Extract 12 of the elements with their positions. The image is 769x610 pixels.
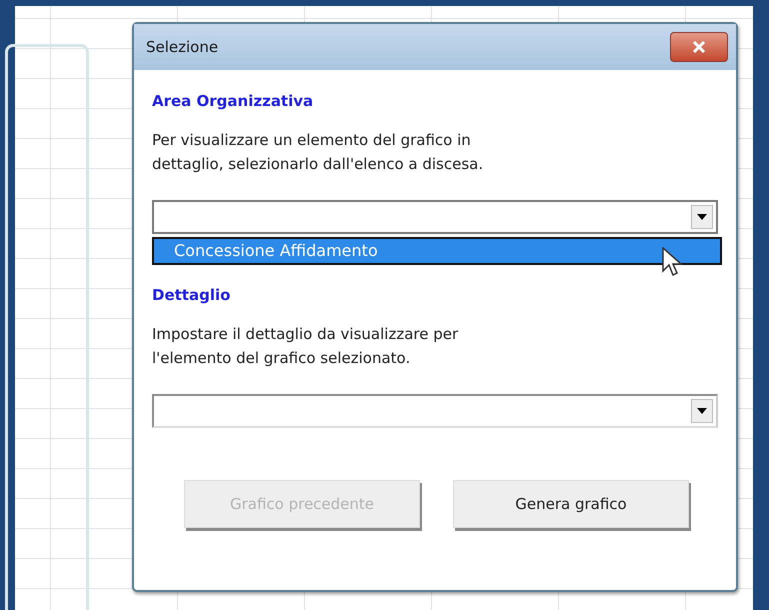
dropdown-option[interactable]: Concessione Affidamento (152, 237, 722, 265)
section-description: Per visualizzare un elemento del grafico in dettaglio, selezionarlo dall'elenco a discesa. (152, 130, 484, 175)
mouse-pointer-icon (662, 247, 684, 277)
close-icon (691, 41, 707, 53)
dropdown-field[interactable] (152, 394, 718, 428)
section-heading: Dettaglio (152, 286, 232, 304)
close-button[interactable] (670, 32, 728, 62)
dropdown-field[interactable] (152, 200, 718, 234)
dialog-button[interactable]: Genera grafico (453, 480, 689, 528)
section-heading: Area Organizzativa (152, 92, 314, 110)
section-description: Impostare il dettaglio da visualizzare per l'elemento del grafico selezionato. (152, 324, 460, 369)
window-title: Selezione (146, 38, 218, 56)
